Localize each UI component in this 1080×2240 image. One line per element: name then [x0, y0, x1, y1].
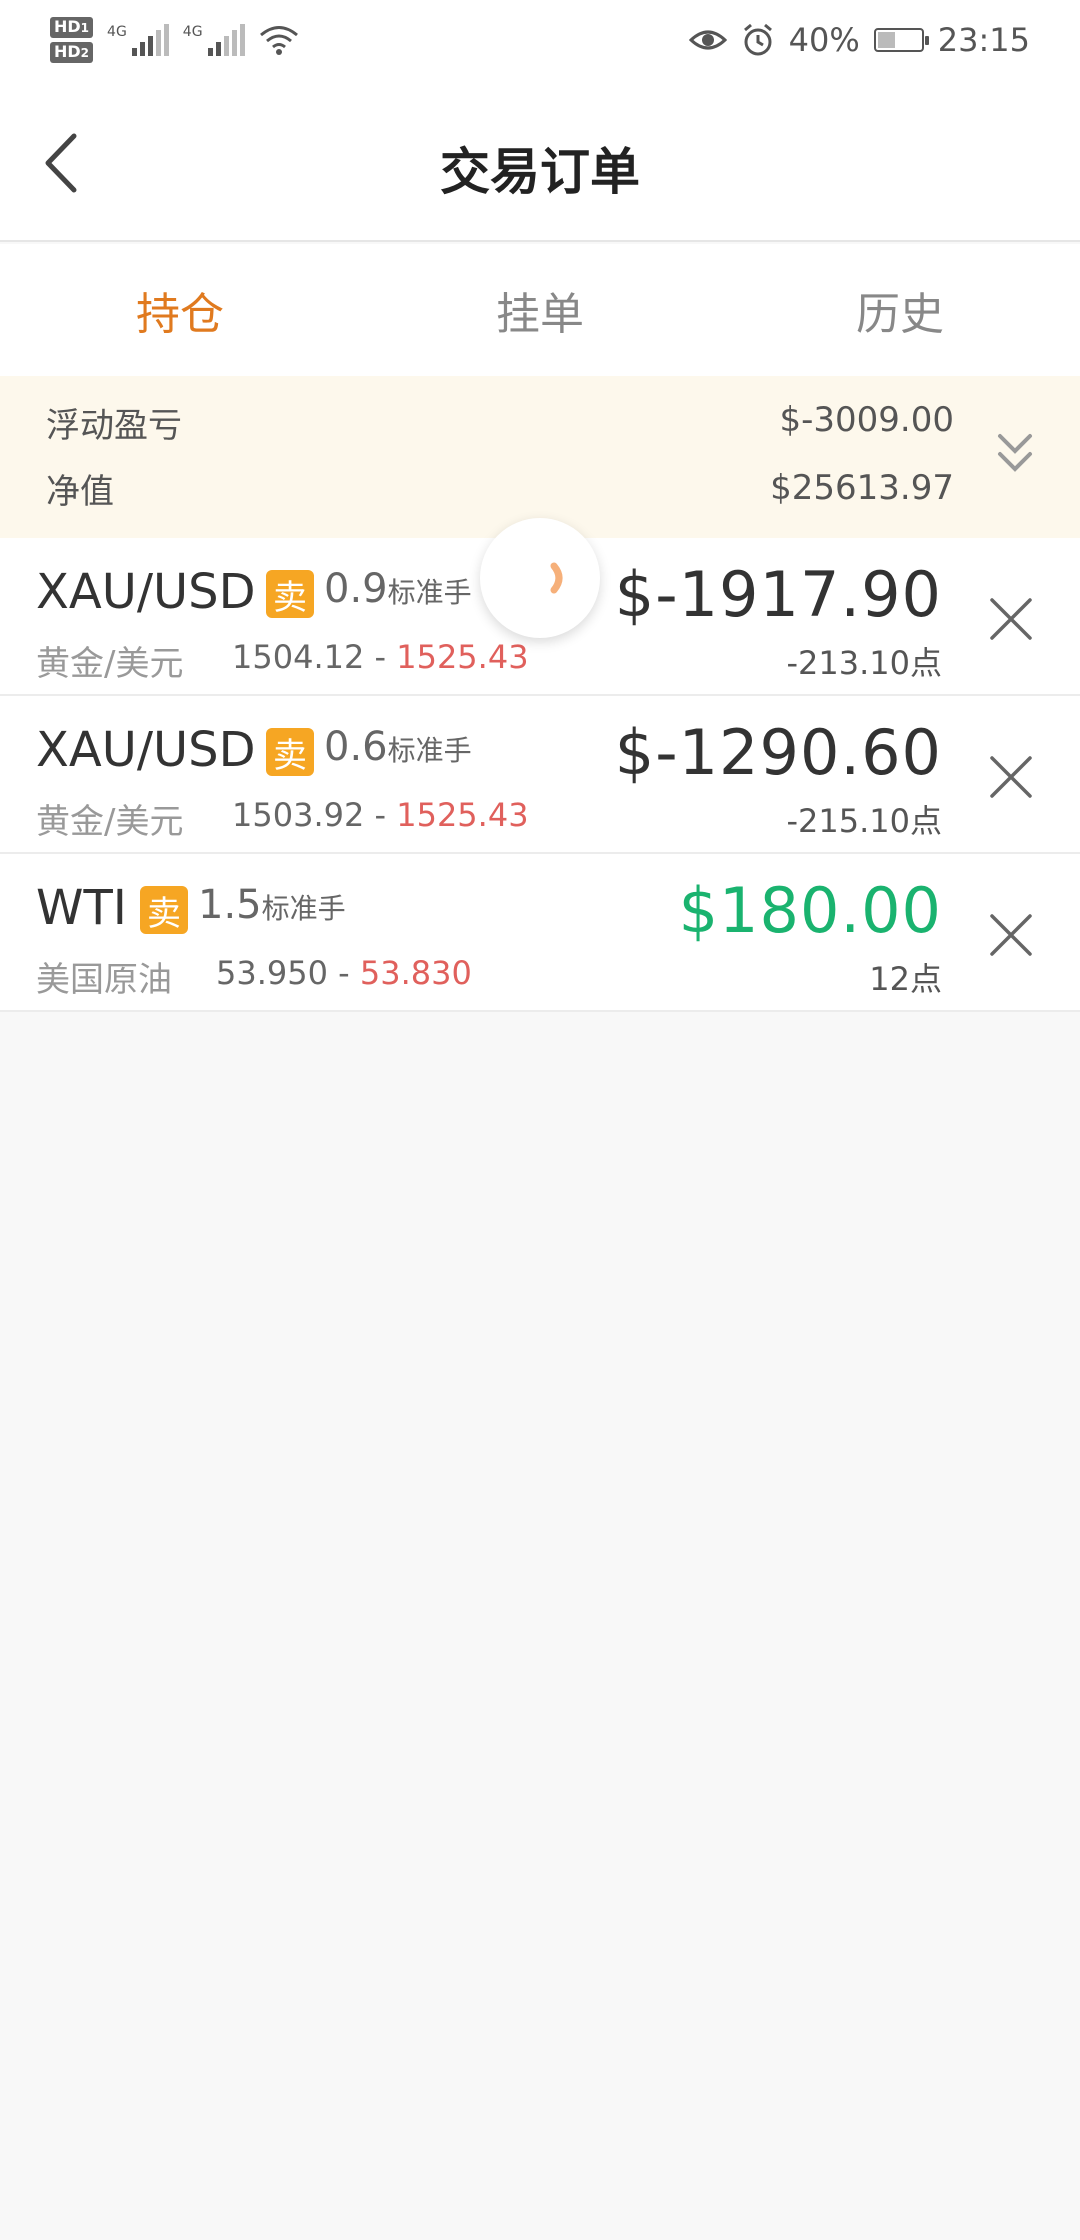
position-points: 12点	[869, 960, 942, 998]
position-name: 黄金/美元	[36, 644, 184, 684]
status-right: 40% 23:15	[688, 21, 1030, 59]
tab-positions[interactable]: 持仓	[0, 244, 360, 376]
spinner-arc-icon	[550, 562, 563, 594]
position-row[interactable]: WTI 卖 1.5标准手 美国原油 53.950 - 53.830 $180.0…	[0, 854, 1080, 1012]
position-prices: 1504.12 - 1525.43	[232, 638, 529, 676]
tab-pending-orders[interactable]: 挂单	[360, 244, 720, 376]
position-lots: 1.5标准手	[198, 882, 346, 928]
signal-icon: 4G	[107, 24, 169, 56]
expand-summary-button[interactable]	[990, 426, 1040, 486]
double-chevron-down-icon	[998, 434, 1032, 472]
position-pnl: $-1917.90	[614, 558, 942, 631]
floating-pl-label: 浮动盈亏	[46, 406, 182, 446]
eye-icon	[688, 30, 727, 50]
tab-history[interactable]: 历史	[720, 244, 1080, 376]
position-points: -213.10点	[786, 644, 942, 682]
position-prices: 53.950 - 53.830	[216, 954, 472, 992]
alarm-icon	[743, 23, 772, 56]
position-prices: 1503.92 - 1525.43	[232, 796, 529, 834]
position-name: 美国原油	[36, 960, 172, 1000]
battery-icon	[873, 28, 929, 52]
position-row[interactable]: XAU/USD 卖 0.6标准手 黄金/美元 1503.92 - 1525.43…	[0, 696, 1080, 854]
hd-icon: HD1	[50, 17, 94, 38]
position-symbol: XAU/USD	[36, 722, 256, 778]
floating-pl-value: $-3009.00	[779, 400, 955, 440]
wifi-icon	[259, 26, 298, 55]
close-icon	[990, 756, 1032, 798]
account-summary: 浮动盈亏 $-3009.00 净值 $25613.97	[0, 376, 1080, 538]
equity-value: $25613.97	[770, 468, 954, 508]
position-symbol: XAU/USD	[36, 564, 256, 620]
hd-icon: HD2	[50, 42, 94, 63]
position-name: 黄金/美元	[36, 802, 184, 842]
status-bar: HD1 HD2 4G 4G 40% 23:15	[0, 0, 1080, 80]
battery-percent: 40%	[788, 21, 860, 59]
position-pnl: $180.00	[678, 874, 942, 947]
equity-label: 净值	[46, 472, 114, 512]
signal-icon: 4G	[183, 24, 245, 56]
header: 交易订单	[0, 80, 1080, 242]
clock-time: 23:15	[937, 21, 1030, 59]
screen: HD1 HD2 4G 4G 40% 23:15 交易订单 持仓 挂单 历史 浮动…	[0, 0, 1080, 2240]
close-position-button[interactable]	[986, 594, 1036, 644]
side-badge: 卖	[266, 728, 314, 776]
close-position-button[interactable]	[986, 910, 1036, 960]
battery-fill	[877, 32, 895, 48]
hd-indicators: HD1 HD2	[50, 17, 94, 63]
position-points: -215.10点	[786, 802, 942, 840]
position-lots: 0.6标准手	[324, 724, 472, 770]
side-badge: 卖	[266, 570, 314, 618]
side-badge: 卖	[140, 886, 188, 934]
position-pnl: $-1290.60	[614, 716, 942, 789]
position-lots: 0.9标准手	[324, 566, 472, 612]
status-left: HD1 HD2 4G 4G	[50, 17, 299, 63]
page-title: 交易订单	[440, 143, 640, 201]
tab-bar: 持仓 挂单 历史	[0, 244, 1080, 376]
position-symbol: WTI	[36, 880, 127, 936]
close-position-button[interactable]	[986, 752, 1036, 802]
close-icon	[990, 598, 1032, 640]
close-icon	[990, 914, 1032, 956]
loading-spinner	[480, 518, 600, 638]
